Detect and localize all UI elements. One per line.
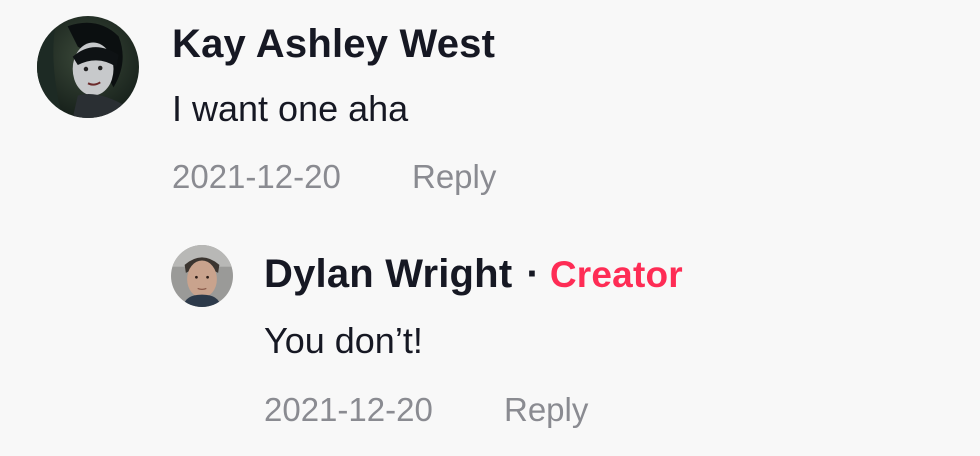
avatar[interactable]	[171, 245, 233, 307]
user-photo-avatar-icon	[171, 245, 233, 307]
reply-meta: 2021-12-20 Reply	[264, 390, 588, 430]
user-photo-avatar-icon	[37, 16, 139, 118]
reply-date: 2021-12-20	[264, 391, 433, 428]
comment-text: I want one aha	[172, 88, 409, 129]
avatar[interactable]	[37, 16, 139, 118]
reply-button[interactable]: Reply	[504, 390, 588, 430]
comment-meta: 2021-12-20 Reply	[172, 157, 496, 197]
reply-author[interactable]: Dylan Wright	[264, 252, 512, 296]
comment-author[interactable]: Kay Ashley West	[172, 20, 495, 68]
reply-text: You don’t!	[264, 320, 423, 361]
reply-button[interactable]: Reply	[412, 157, 496, 197]
reply-author-line: Dylan Wright · Creator	[264, 250, 683, 299]
separator-dot: ·	[526, 252, 540, 296]
creator-badge: Creator	[549, 254, 683, 295]
comment-date: 2021-12-20	[172, 158, 341, 195]
